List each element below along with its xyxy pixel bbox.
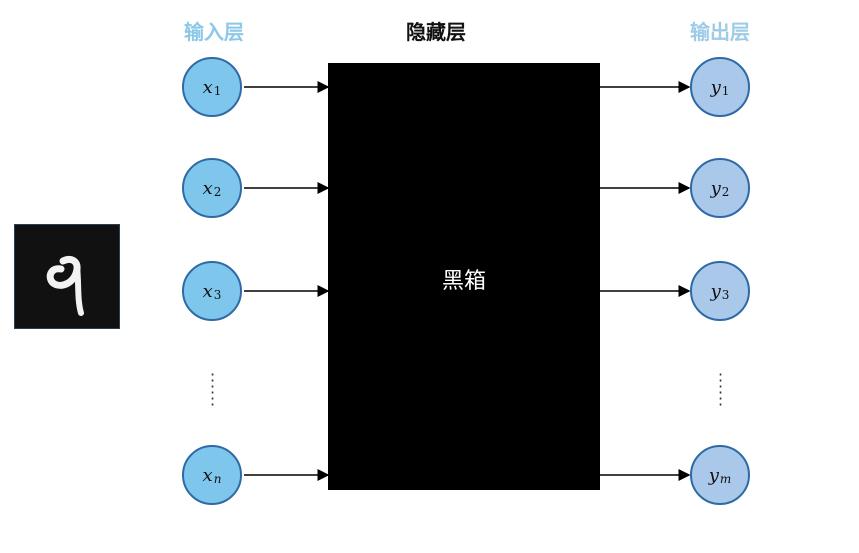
black-box-label: 黑箱 [441,269,486,294]
output-node-m: ym [690,445,750,505]
node-sub: 2 [213,185,222,199]
input-node-1: x1 [182,57,242,117]
output-ellipsis: · · · · · · [718,365,724,414]
output-node-2: y2 [690,158,750,218]
node-var: x [202,464,213,486]
node-var: y [710,177,721,199]
node-var: x [202,177,213,199]
input-node-n: xn [182,445,242,505]
input-node-2: x2 [182,158,242,218]
node-var: y [708,464,719,486]
input-ellipsis: · · · · · · [210,365,216,414]
node-var: y [710,280,721,302]
node-sub: 3 [721,288,730,302]
node-sub: 2 [721,185,730,199]
node-var: x [202,76,213,98]
node-sub: 1 [213,84,222,98]
output-node-1: y1 [690,57,750,117]
node-sub: 1 [721,84,730,98]
node-sub: m [719,472,732,486]
input-node-3: x3 [182,261,242,321]
node-var: x [202,280,213,302]
black-box: 黑箱 [328,63,600,490]
output-node-3: y3 [690,261,750,321]
node-sub: 3 [213,288,222,302]
node-sub: n [213,472,222,486]
node-var: y [710,76,721,98]
